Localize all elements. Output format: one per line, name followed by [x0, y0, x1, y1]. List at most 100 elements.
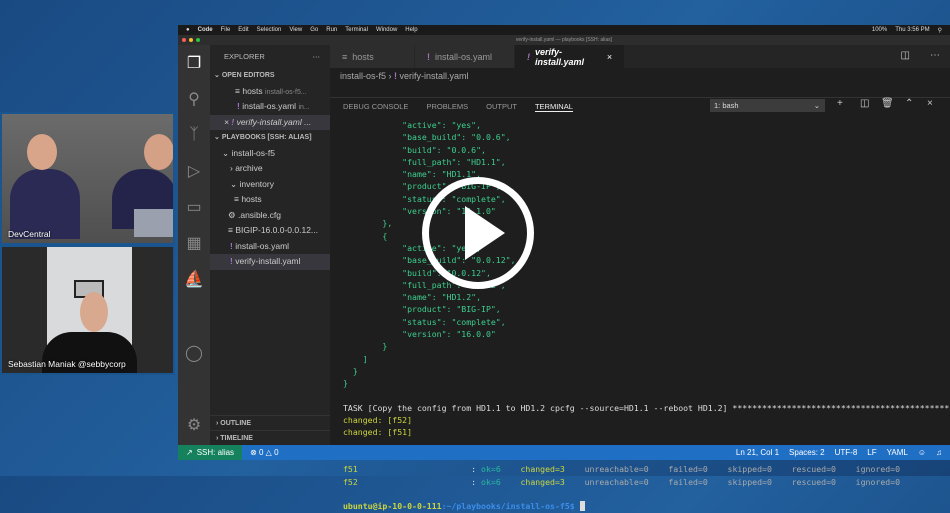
cursor-position[interactable]: Ln 21, Col 1 — [736, 448, 779, 457]
menu-go[interactable]: Go — [310, 27, 318, 33]
tab-output[interactable]: OUTPUT — [486, 102, 517, 111]
open-editor-hosts[interactable]: ≡ hosts install-os-f5... — [210, 84, 330, 100]
recap-row-f51: f51 : ok=6 changed=3 unreachable=0 faile… — [343, 464, 901, 475]
explorer-title: EXPLORER ⋯ — [210, 45, 330, 68]
account-icon[interactable]: ◯ — [178, 335, 210, 371]
menu-edit[interactable]: Edit — [238, 27, 248, 33]
encoding[interactable]: UTF-8 — [835, 448, 858, 457]
trash-icon[interactable]: 🗑 — [881, 98, 894, 109]
gear-icon[interactable]: ⚙ — [178, 407, 210, 443]
minimize-window-button[interactable] — [189, 38, 193, 42]
person-head — [80, 292, 108, 332]
breadcrumb-file[interactable]: verify-install.yaml — [400, 71, 469, 81]
json-line: "version": "16.0.0" — [343, 329, 496, 340]
tab-problems[interactable]: PROBLEMS — [426, 102, 468, 111]
video-label: Sebastian Maniak @sebbycorp — [8, 359, 126, 369]
close-panel-icon[interactable]: × — [927, 98, 933, 109]
eol[interactable]: LF — [867, 448, 876, 457]
tab-hosts[interactable]: ≡ hosts — [330, 45, 415, 68]
json-line: } — [343, 341, 388, 352]
menu-window[interactable]: Window — [376, 27, 397, 33]
menu-file[interactable]: File — [221, 27, 231, 33]
window-titlebar: verify-install.yaml — playbooks [SSH: al… — [178, 35, 950, 45]
json-line: "status": "complete", — [343, 316, 506, 327]
bell-icon[interactable]: ♫ — [936, 448, 942, 457]
json-line: } — [343, 365, 358, 376]
json-line: "full_path": "HD1.1", — [343, 156, 506, 167]
changed-line: changed: [f51] — [343, 427, 413, 438]
terminal-select[interactable]: 1: bash ⌄ — [710, 99, 825, 112]
extensions-icon[interactable]: ▦ — [178, 225, 210, 261]
json-line: ] — [343, 353, 368, 364]
problems-indicator[interactable]: ⊗ 0 △ 0 — [250, 448, 278, 457]
json-line: "active": "yes", — [343, 120, 482, 130]
video-feed-devcentral: DevCentral — [0, 112, 175, 245]
tree-file-install-os[interactable]: ! install-os.yaml — [210, 239, 330, 255]
search-icon[interactable]: ⚲ — [938, 27, 942, 34]
feedback-icon[interactable]: ☺ — [918, 448, 926, 457]
tree-folder-inventory[interactable]: ⌄ inventory — [210, 177, 330, 193]
menu-view[interactable]: View — [289, 27, 302, 33]
open-editor-verify-install[interactable]: × ! verify-install.yaml ... — [210, 114, 330, 130]
play-video-button[interactable] — [422, 177, 534, 289]
panel-tabs: DEBUG CONSOLE PROBLEMS OUTPUT TERMINAL — [330, 97, 950, 115]
timeline-section[interactable]: › TIMELINE — [210, 430, 330, 446]
battery-status[interactable]: 100% — [872, 27, 887, 34]
explorer-sidebar: EXPLORER ⋯ ⌄ OPEN EDITORS ≡ hosts install… — [210, 45, 330, 445]
language-mode[interactable]: YAML — [887, 448, 908, 457]
menu-app[interactable]: Code — [198, 27, 213, 33]
tree-file-hosts[interactable]: ≡ hosts — [210, 192, 330, 208]
docker-icon[interactable]: ⛵ — [178, 261, 210, 297]
menu-selection[interactable]: Selection — [257, 27, 282, 33]
explorer-icon[interactable]: ❐ — [178, 45, 210, 81]
remote-explorer-icon[interactable]: ▭ — [178, 189, 210, 225]
close-window-button[interactable] — [182, 38, 186, 42]
close-icon[interactable]: × — [224, 117, 229, 127]
json-line: "product": "BIG-IP", — [343, 304, 501, 315]
breadcrumb: install-os-f5 › ! verify-install.yaml — [340, 71, 469, 81]
tree-file-bigip[interactable]: ≡ BIGIP-16.0.0-0.0.12... — [210, 223, 330, 239]
tab-verify-install[interactable]: ! verify-install.yaml × — [515, 45, 625, 68]
breadcrumb-folder[interactable]: install-os-f5 — [340, 71, 386, 81]
workspace-header[interactable]: ⌄ PLAYBOOKS [SSH: ALIAS] — [210, 130, 330, 146]
video-label: DevCentral — [8, 229, 51, 239]
open-editor-install-os[interactable]: ! install-os.yaml in... — [210, 99, 330, 115]
close-icon[interactable]: × — [607, 52, 612, 62]
window-title: verify-install.yaml — playbooks [SSH: al… — [515, 37, 613, 43]
tab-install-os[interactable]: ! install-os.yaml — [415, 45, 515, 68]
tab-debug-console[interactable]: DEBUG CONSOLE — [343, 102, 408, 111]
outline-section[interactable]: › OUTLINE — [210, 415, 330, 431]
remote-indicator[interactable]: ↗ SSH: alias — [178, 445, 243, 460]
tree-folder-install-os-f5[interactable]: ⌄ install-os-f5 — [210, 146, 330, 162]
apple-icon[interactable]: ● — [186, 27, 190, 33]
video-feed-sebastian: Sebastian Maniak @sebbycorp — [0, 245, 175, 375]
zoom-window-button[interactable] — [196, 38, 200, 42]
tree-file-verify-install[interactable]: ! verify-install.yaml — [210, 254, 330, 270]
more-icon[interactable]: ⋯ — [313, 45, 321, 68]
tab-terminal[interactable]: TERMINAL — [534, 102, 573, 112]
prompt: ubuntu@ip-10-0-0-111:~/playbooks/install… — [343, 500, 950, 512]
tree-file-ansible-cfg[interactable]: ⚙ .ansible.cfg — [210, 208, 330, 224]
clock[interactable]: Thu 3:56 PM — [895, 27, 929, 34]
mac-menubar: ● Code File Edit Selection View Go Run T… — [178, 25, 950, 35]
json-line: "build": "0.0.6", — [343, 144, 486, 155]
split-terminal-icon[interactable]: ◫ — [860, 98, 869, 109]
menu-run[interactable]: Run — [326, 27, 337, 33]
menu-terminal[interactable]: Terminal — [345, 27, 368, 33]
search-icon[interactable]: ⚲ — [178, 81, 210, 117]
source-control-icon[interactable]: ᛉ — [178, 117, 210, 153]
run-debug-icon[interactable]: ▷ — [178, 153, 210, 189]
yaml-icon: ! — [231, 116, 235, 127]
more-actions-icon[interactable]: ⋯ — [920, 45, 950, 68]
tree-folder-archive[interactable]: › archive — [210, 161, 330, 177]
json-line: "name": "HD1.2", — [343, 292, 482, 303]
new-terminal-icon[interactable]: + — [837, 98, 843, 109]
split-editor-icon[interactable]: ◫ — [891, 45, 920, 68]
status-bar: ↗ SSH: alias ⊗ 0 △ 0 Ln 21, Col 1 Spaces:… — [178, 445, 950, 460]
chevron-down-icon: ⌄ — [813, 101, 820, 110]
indentation[interactable]: Spaces: 2 — [789, 448, 825, 457]
open-editors-header[interactable]: ⌄ OPEN EDITORS — [210, 68, 330, 84]
maximize-panel-icon[interactable]: ⌃ — [905, 98, 913, 109]
menu-help[interactable]: Help — [405, 27, 417, 33]
json-line: "product": "BIG-IP", — [343, 181, 501, 192]
